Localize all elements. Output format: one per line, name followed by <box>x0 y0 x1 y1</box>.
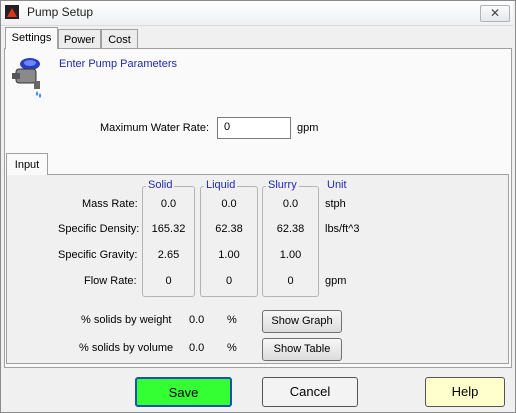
tab-power[interactable]: Power <box>58 29 101 49</box>
flow-rate-solid: 0 <box>165 275 172 287</box>
max-water-rate-unit: gpm <box>297 122 319 134</box>
specific-density-slurry: 62.38 <box>276 223 305 235</box>
mass-rate-slurry: 0.0 <box>282 198 299 210</box>
specific-gravity-liquid: 1.00 <box>218 249 240 261</box>
mass-rate-liquid: 0.0 <box>221 198 237 210</box>
specific-gravity-solid: 2.65 <box>157 249 180 261</box>
solids-by-weight-label: % solids by weight <box>81 314 172 326</box>
specific-density-solid: 165.32 <box>151 223 186 235</box>
unit-column-header: Unit <box>325 179 349 191</box>
specific-gravity-label: Specific Gravity: <box>58 249 138 261</box>
cancel-button[interactable]: Cancel <box>262 377 358 407</box>
flow-rate-unit: gpm <box>325 275 347 287</box>
max-water-rate-input[interactable]: 0 <box>217 117 291 139</box>
mass-rate-label: Mass Rate: <box>82 198 138 210</box>
header-label: Enter Pump Parameters <box>59 58 177 70</box>
app-icon <box>5 5 19 19</box>
solids-by-volume-unit: % <box>227 342 237 354</box>
flow-rate-liquid: 0 <box>225 275 233 287</box>
specific-gravity-slurry: 1.00 <box>279 249 302 261</box>
specific-density-label: Specific Density: <box>58 223 140 235</box>
tab-settings[interactable]: Settings <box>5 27 58 49</box>
liquid-column-header: Liquid <box>204 179 238 191</box>
specific-density-unit: lbs/ft^3 <box>325 223 360 235</box>
solid-column-header: Solid <box>146 179 175 191</box>
save-button[interactable]: Save <box>135 377 232 407</box>
solids-by-volume-value: 0.0 <box>189 342 205 354</box>
pump-icon <box>12 58 41 98</box>
solids-by-weight-value: 0.0 <box>189 314 205 326</box>
tab-cost[interactable]: Cost <box>101 29 138 49</box>
mass-rate-unit: stph <box>325 198 346 210</box>
specific-density-liquid: 62.38 <box>215 223 243 235</box>
show-table-button[interactable]: Show Table <box>262 338 342 361</box>
help-button[interactable]: Help <box>425 377 505 407</box>
solids-by-weight-unit: % <box>227 314 237 326</box>
flow-rate-label: Flow Rate: <box>84 275 137 287</box>
tab-input[interactable]: Input <box>6 153 48 175</box>
mass-rate-solid: 0.0 <box>160 198 177 210</box>
max-water-rate-label: Maximum Water Rate: <box>100 122 210 134</box>
solids-by-volume-label: % solids by volume <box>79 342 174 354</box>
flow-rate-slurry: 0 <box>287 275 294 287</box>
window-title: Pump Setup <box>27 5 94 19</box>
close-button[interactable]: ✕ <box>480 5 510 22</box>
slurry-column-header: Slurry <box>266 179 299 191</box>
show-graph-button[interactable]: Show Graph <box>262 310 342 333</box>
